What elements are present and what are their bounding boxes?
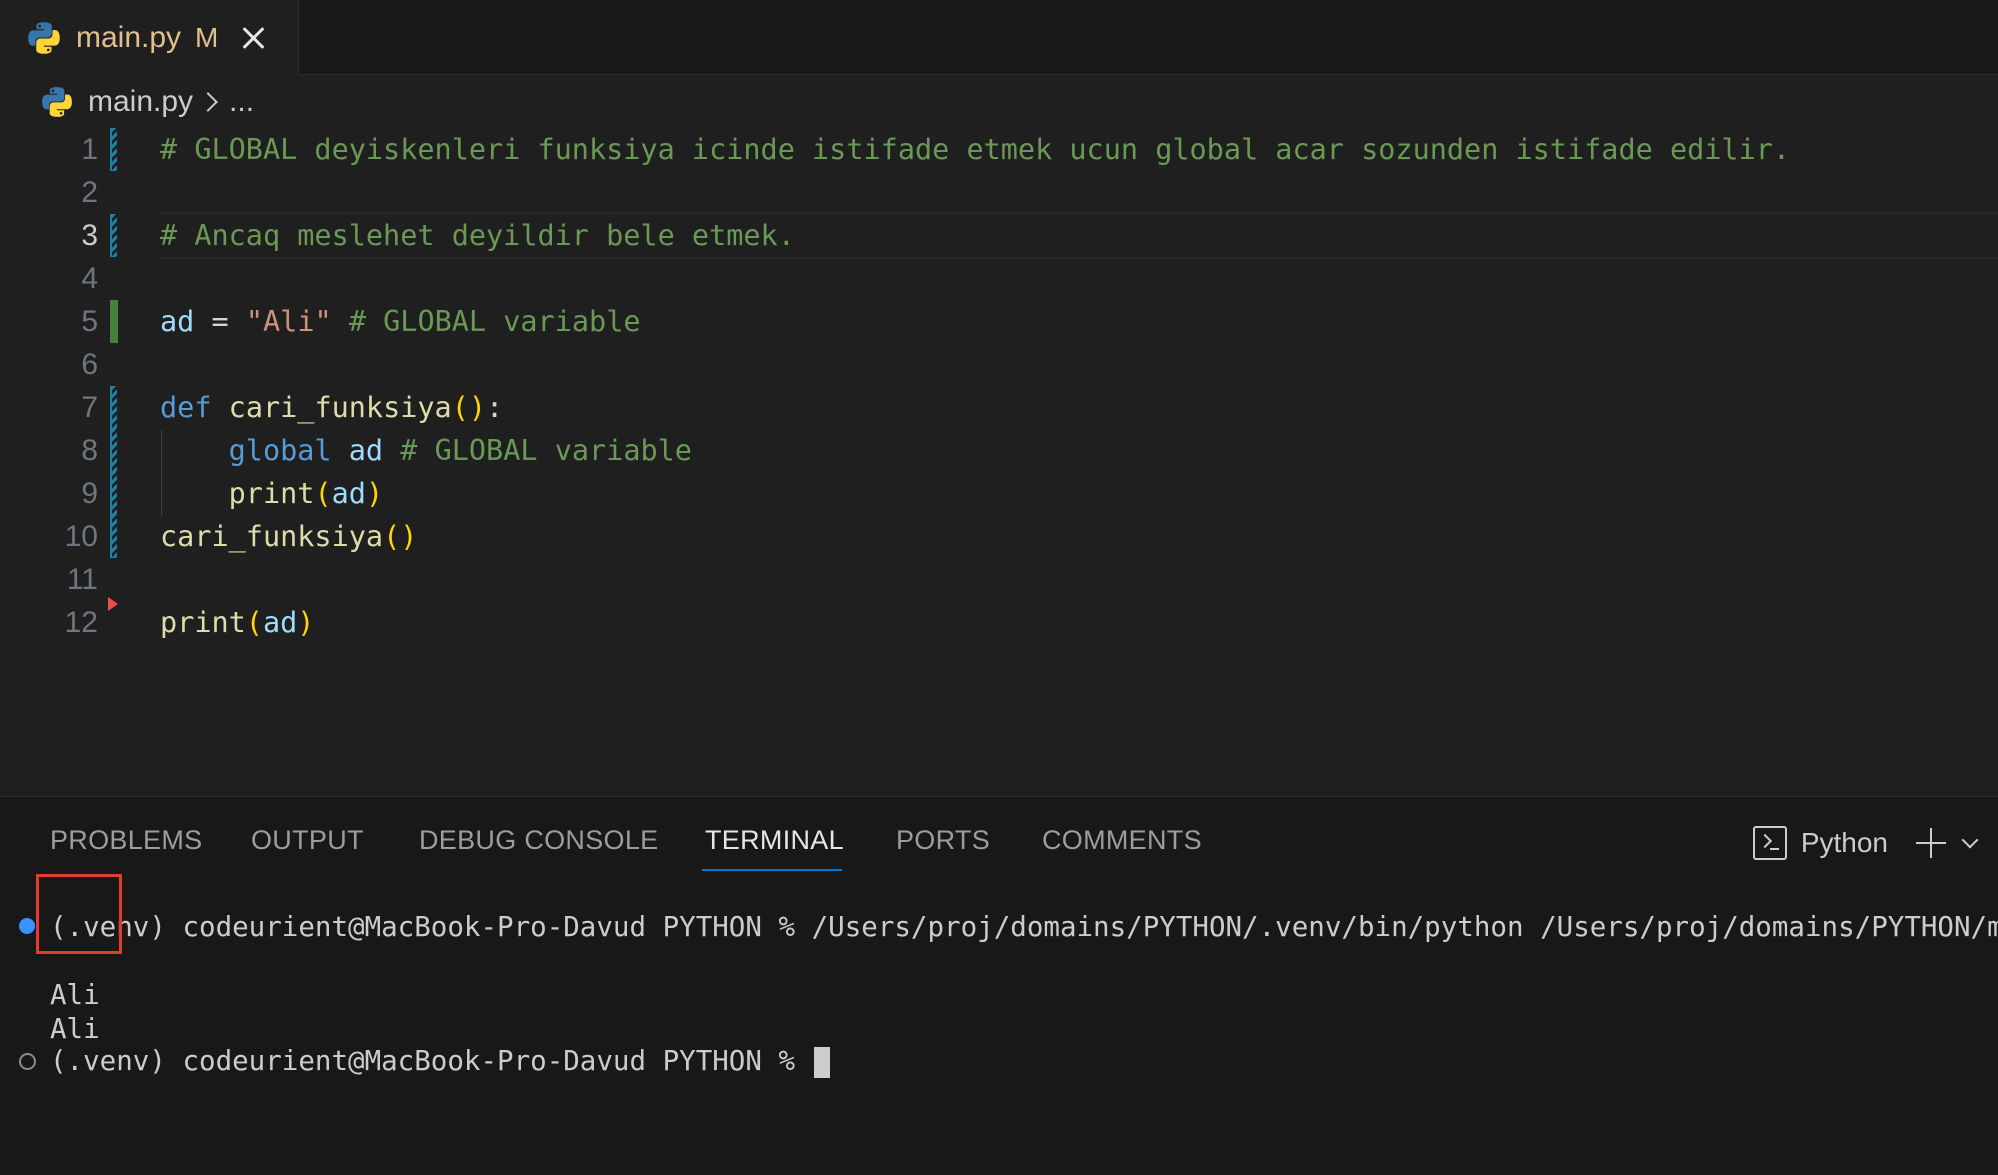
line-number: 1 bbox=[81, 132, 98, 166]
modified-gutter-marker[interactable] bbox=[110, 429, 117, 472]
code-line-active: 3 # Ancaq meslehet deyildir bele etmek. bbox=[0, 212, 1998, 259]
active-tab-indicator bbox=[702, 869, 842, 871]
indent-guide bbox=[161, 430, 162, 516]
code-text: cari_funksiya() bbox=[160, 520, 417, 553]
token-parens: () bbox=[383, 520, 418, 553]
deleted-lines-marker[interactable] bbox=[108, 597, 118, 611]
modified-badge: M bbox=[195, 21, 219, 53]
terminal-shell-label[interactable]: Python bbox=[1801, 827, 1888, 859]
tab-debug-console[interactable]: DEBUG CONSOLE bbox=[419, 825, 658, 856]
terminal-output-line: Ali bbox=[50, 1013, 100, 1045]
token-function: cari_funksiya bbox=[160, 520, 384, 553]
line-number: 7 bbox=[81, 390, 98, 424]
line-number: 12 bbox=[64, 605, 98, 639]
code-text: ad = "Ali" # GLOBAL variable bbox=[160, 305, 641, 338]
terminal-output[interactable]: (.venv) codeurient@MacBook-Pro-Davud PYT… bbox=[0, 893, 1998, 1173]
highlight-annotation-box bbox=[36, 874, 122, 954]
modified-gutter-marker[interactable] bbox=[110, 472, 117, 515]
terminal-output-line: Ali bbox=[50, 979, 100, 1011]
tab-output[interactable]: OUTPUT bbox=[251, 825, 364, 856]
code-editor[interactable]: 1 # GLOBAL deyiskenleri funksiya icinde … bbox=[0, 128, 1998, 796]
python-icon bbox=[28, 21, 60, 54]
line-number: 5 bbox=[81, 304, 98, 338]
command-success-dot-icon[interactable] bbox=[19, 918, 35, 934]
code-text: global ad # GLOBAL variable bbox=[160, 434, 692, 467]
code-line: 6 bbox=[0, 343, 1998, 386]
line-number: 4 bbox=[81, 261, 98, 295]
line-number: 8 bbox=[81, 433, 98, 467]
tab-comments[interactable]: COMMENTS bbox=[1042, 825, 1202, 856]
modified-gutter-marker[interactable] bbox=[110, 128, 117, 171]
token-paren: ) bbox=[297, 606, 315, 639]
tab-terminal[interactable]: TERMINAL bbox=[705, 825, 844, 856]
modified-gutter-marker[interactable] bbox=[110, 386, 117, 429]
token-keyword: global bbox=[228, 434, 332, 467]
code-line: 11 bbox=[0, 558, 1998, 601]
code-line: 2 bbox=[0, 171, 1998, 214]
tab-main-py[interactable]: main.py M bbox=[0, 0, 299, 75]
token-variable: ad bbox=[160, 305, 195, 338]
line-number: 10 bbox=[64, 519, 98, 553]
code-text: def cari_funksiya(): bbox=[160, 391, 503, 424]
command-pending-dot-icon[interactable] bbox=[19, 1053, 36, 1070]
tab-filename: main.py bbox=[76, 20, 182, 54]
added-gutter-marker[interactable] bbox=[110, 300, 118, 343]
token-parens: () bbox=[451, 391, 487, 424]
code-text: # GLOBAL deyiskenleri funksiya icinde is… bbox=[160, 133, 1791, 166]
code-line: 8 global ad # GLOBAL variable bbox=[0, 429, 1998, 472]
token-comment: # GLOBAL variable bbox=[348, 305, 641, 338]
new-terminal-plus-icon[interactable] bbox=[1916, 828, 1946, 858]
close-icon[interactable] bbox=[238, 23, 268, 53]
panel-actions: Python bbox=[1752, 823, 1979, 863]
tab-ports[interactable]: PORTS bbox=[896, 825, 990, 856]
modified-gutter-marker[interactable] bbox=[110, 214, 117, 257]
token-paren: ( bbox=[314, 477, 332, 510]
editor-tab-bar: main.py M bbox=[0, 0, 1998, 75]
line-number: 9 bbox=[81, 476, 98, 510]
modified-gutter-marker[interactable] bbox=[110, 515, 117, 558]
chevron-down-icon[interactable] bbox=[1961, 831, 1979, 849]
token-operator: = bbox=[211, 305, 229, 338]
token-variable: ad bbox=[348, 434, 384, 467]
token-paren: ( bbox=[245, 606, 263, 639]
token-colon: : bbox=[486, 391, 504, 424]
token-function: print bbox=[228, 477, 315, 510]
python-icon bbox=[42, 87, 72, 117]
token-string: "Ali" bbox=[245, 305, 332, 338]
bottom-panel: PROBLEMS OUTPUT DEBUG CONSOLE TERMINAL P… bbox=[0, 796, 1998, 1175]
code-line: 7 def cari_funksiya(): bbox=[0, 386, 1998, 429]
panel-tabs: PROBLEMS OUTPUT DEBUG CONSOLE TERMINAL P… bbox=[0, 797, 1998, 887]
code-text: print(ad) bbox=[160, 477, 383, 510]
token-function: cari_funksiya bbox=[228, 391, 452, 424]
token-paren: ) bbox=[365, 477, 384, 510]
chevron-right-icon bbox=[198, 92, 218, 112]
token-keyword: def bbox=[160, 391, 212, 424]
code-line: 9 print(ad) bbox=[0, 472, 1998, 515]
terminal-icon[interactable] bbox=[1752, 826, 1787, 860]
token-function: print bbox=[160, 606, 246, 639]
code-line: 4 bbox=[0, 257, 1998, 300]
line-number: 6 bbox=[81, 347, 98, 381]
token-variable: ad bbox=[331, 477, 366, 510]
token-comment: # GLOBAL variable bbox=[400, 434, 692, 467]
code-line: 12 print(ad) bbox=[0, 601, 1998, 644]
terminal-command-line: (.venv) codeurient@MacBook-Pro-Davud PYT… bbox=[50, 911, 1998, 943]
tab-problems[interactable]: PROBLEMS bbox=[50, 825, 202, 856]
terminal-cursor bbox=[813, 1046, 830, 1078]
line-number: 11 bbox=[66, 562, 98, 596]
terminal-prompt-line: (.venv) codeurient@MacBook-Pro-Davud PYT… bbox=[50, 1045, 830, 1078]
token-variable: ad bbox=[262, 606, 298, 639]
code-line: 5 ad = "Ali" # GLOBAL variable bbox=[0, 300, 1998, 343]
breadcrumb-file[interactable]: main.py bbox=[88, 85, 193, 119]
code-line: 1 # GLOBAL deyiskenleri funksiya icinde … bbox=[0, 128, 1998, 171]
breadcrumb-more[interactable]: ... bbox=[229, 85, 254, 119]
code-text: print(ad) bbox=[160, 606, 314, 639]
line-number: 2 bbox=[81, 175, 98, 209]
code-text: # Ancaq meslehet deyildir bele etmek. bbox=[160, 219, 795, 252]
code-line: 10 cari_funksiya() bbox=[0, 515, 1998, 558]
terminal-prompt: (.venv) codeurient@MacBook-Pro-Davud PYT… bbox=[50, 1045, 812, 1077]
breadcrumb: main.py ... bbox=[40, 82, 254, 122]
line-number: 3 bbox=[81, 218, 98, 252]
